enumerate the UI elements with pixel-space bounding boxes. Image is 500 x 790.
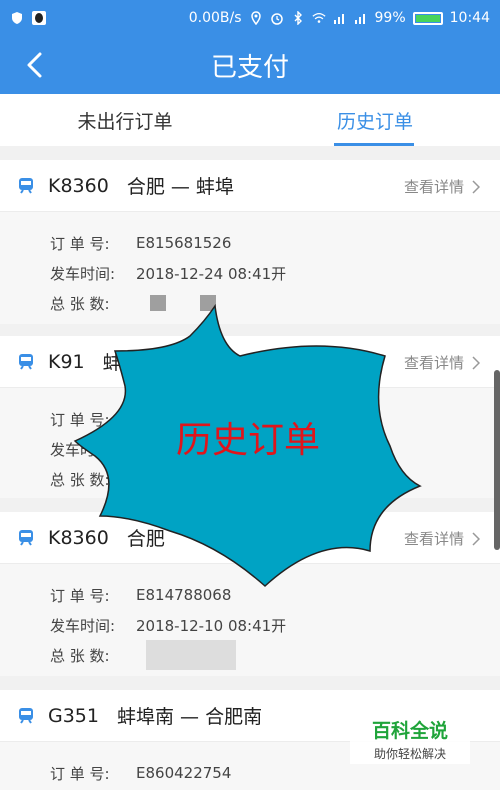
tab-upcoming-orders[interactable]: 未出行订单 bbox=[0, 94, 250, 146]
alarm-icon bbox=[270, 13, 283, 25]
page-title: 已支付 bbox=[210, 52, 289, 83]
signal-icon bbox=[333, 14, 344, 24]
location-icon bbox=[250, 11, 261, 25]
chevron-right-icon bbox=[472, 179, 480, 194]
train-number: K8360 bbox=[48, 174, 109, 197]
train-route: 合肥 — 蚌埠 bbox=[126, 176, 234, 198]
callout-text: 历史订单 bbox=[176, 419, 320, 460]
title-bar: 已支付 bbox=[0, 36, 500, 94]
redaction-block bbox=[146, 640, 236, 670]
tab-history-orders[interactable]: 历史订单 bbox=[250, 94, 500, 146]
order-no-label: 订 单 号: bbox=[50, 234, 110, 253]
status-bar: 0.00B/s 99% 10:44 bbox=[0, 0, 500, 36]
train-icon bbox=[19, 353, 33, 370]
qq-icon bbox=[32, 11, 46, 25]
chevron-right-icon bbox=[472, 355, 480, 370]
total-label: 总 张 数: bbox=[50, 646, 110, 665]
network-speed: 0.00B/s bbox=[188, 10, 242, 26]
wifi-icon bbox=[311, 12, 326, 23]
chevron-right-icon bbox=[472, 531, 480, 546]
bluetooth-icon bbox=[294, 11, 302, 25]
scrollbar[interactable] bbox=[494, 370, 500, 550]
shield-icon bbox=[12, 12, 22, 24]
train-icon bbox=[19, 177, 33, 194]
tab-bar: 未出行订单 历史订单 bbox=[0, 94, 500, 146]
watermark: 百科全说 助你轻松解决 bbox=[350, 712, 470, 764]
depart-time-label: 发车时间: bbox=[50, 264, 116, 283]
train-icon bbox=[19, 529, 33, 546]
depart-time-value: 2018-12-10 08:41开 bbox=[136, 616, 287, 635]
view-detail-link[interactable]: 查看详情 bbox=[404, 176, 480, 197]
battery-icon bbox=[412, 11, 443, 25]
watermark-subtitle: 助你轻松解决 bbox=[373, 747, 446, 761]
depart-time-label: 发车时间: bbox=[50, 616, 116, 635]
star-callout: 历史订单 bbox=[73, 303, 422, 588]
clock: 10:44 bbox=[449, 10, 490, 26]
depart-time-value: 2018-12-24 08:41开 bbox=[136, 264, 287, 283]
train-icon bbox=[19, 707, 33, 724]
train-route: 蚌埠南 — 合肥南 bbox=[117, 706, 263, 728]
view-detail-label: 查看详情 bbox=[403, 178, 464, 196]
order-card-header: K8360 合肥 — 蚌埠 查看详情 bbox=[0, 160, 500, 212]
watermark-title: 百科全说 bbox=[371, 720, 448, 742]
order-no-value: E860422754 bbox=[136, 764, 232, 782]
train-number: G351 bbox=[48, 704, 99, 727]
signal-icon-2 bbox=[354, 14, 365, 24]
battery-percent: 99% bbox=[374, 10, 406, 26]
order-no-value: E815681526 bbox=[136, 234, 232, 252]
order-no-label: 订 单 号: bbox=[50, 764, 110, 783]
back-arrow-icon[interactable] bbox=[20, 50, 50, 80]
